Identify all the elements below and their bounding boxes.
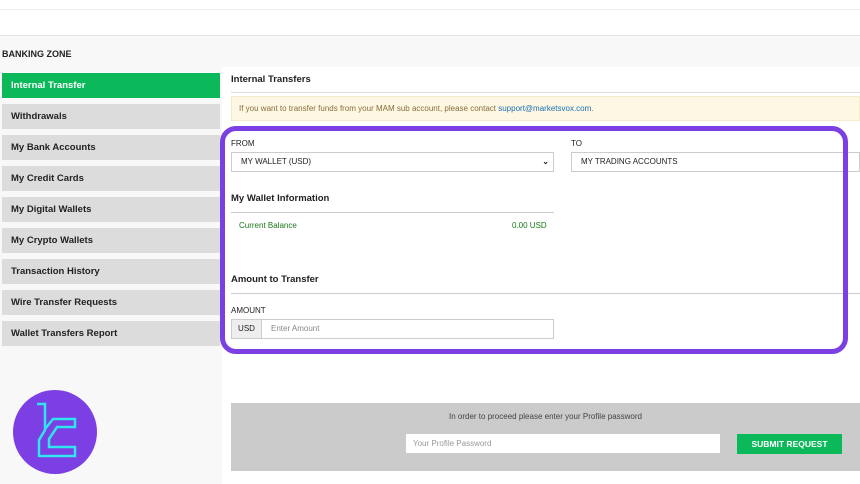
sidebar-item-wallet-transfers-report[interactable]: Wallet Transfers Report (2, 321, 220, 346)
section-title: BANKING ZONE (2, 49, 72, 59)
support-email-link[interactable]: support@marketsvox.com (498, 104, 591, 113)
brand-logo (13, 390, 97, 474)
sidebar-item-crypto-wallets[interactable]: My Crypto Wallets (2, 228, 220, 253)
sidebar-item-digital-wallets[interactable]: My Digital Wallets (2, 197, 220, 222)
password-prompt: In order to proceed please enter your Pr… (449, 412, 642, 421)
sidebar-item-transaction-history[interactable]: Transaction History (2, 259, 220, 284)
submit-panel: In order to proceed please enter your Pr… (231, 403, 860, 471)
sidebar-item-withdrawals[interactable]: Withdrawals (2, 104, 220, 129)
sidebar-item-wire-transfer-requests[interactable]: Wire Transfer Requests (2, 290, 220, 315)
notice-end: . (591, 104, 594, 113)
submit-request-button[interactable]: SUBMIT REQUEST (737, 434, 842, 454)
divider (231, 92, 860, 93)
sidebar-item-internal-transfer[interactable]: Internal Transfer (2, 73, 220, 98)
highlight-frame (220, 126, 848, 354)
logo-icon (37, 402, 77, 458)
page-title: Internal Transfers (231, 74, 311, 85)
top-bar (0, 0, 860, 36)
sidebar-item-bank-accounts[interactable]: My Bank Accounts (2, 135, 220, 160)
notice-box: If you want to transfer funds from your … (231, 96, 860, 121)
profile-password-input[interactable]: Your Profile Password (406, 434, 720, 453)
notice-text: If you want to transfer funds from your … (239, 104, 499, 113)
sidebar-item-credit-cards[interactable]: My Credit Cards (2, 166, 220, 191)
